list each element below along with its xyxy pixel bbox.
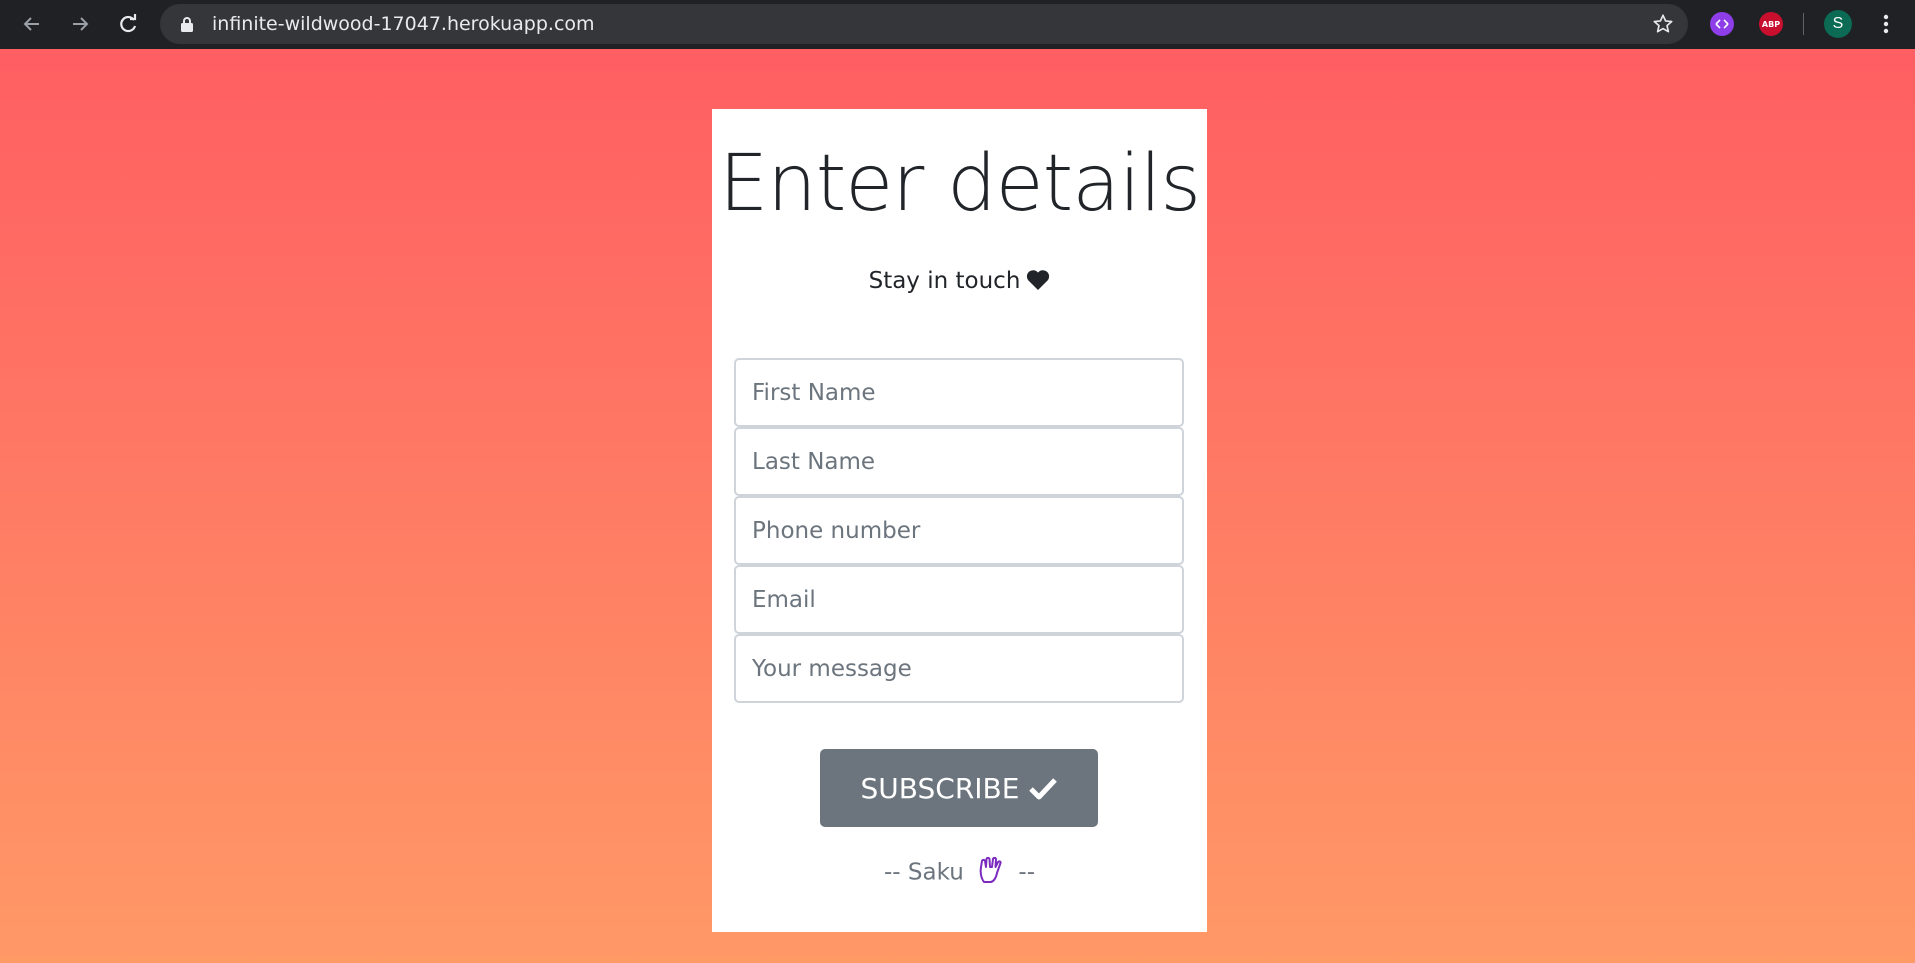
address-bar[interactable]: infinite-wildwood-17047.herokuapp.com [160,4,1688,44]
subtitle-text: Stay in touch [868,268,1021,294]
reload-button[interactable] [112,8,144,40]
extension-button-purple[interactable] [1706,8,1738,40]
adblock-plus-icon: ABP [1759,12,1783,36]
vulcan-salute-icon [977,856,1005,890]
toolbar-divider [1803,13,1804,35]
reload-icon [120,14,137,33]
arrow-right-icon [73,17,89,31]
signature: -- Saku -- [712,856,1207,890]
more-vert-icon [1883,14,1889,34]
phone-number-input[interactable] [734,496,1184,565]
subscribe-label: SUBSCRIBE [860,771,1020,805]
email-input[interactable] [734,565,1184,634]
signature-prefix: -- Saku [883,859,964,886]
bookmark-star-icon[interactable] [1652,13,1674,39]
page-background: Enter details Stay in touch SUBSCRIBE --… [0,49,1915,963]
subtitle: Stay in touch [712,266,1207,294]
lock-icon [180,16,194,36]
forward-button[interactable] [64,8,96,40]
heart-icon [1026,266,1050,294]
checkmark-icon [1029,778,1058,800]
last-name-input[interactable] [734,427,1184,496]
arrow-left-icon [23,17,39,31]
subscribe-button[interactable]: SUBSCRIBE [820,749,1098,827]
address-url[interactable]: infinite-wildwood-17047.herokuapp.com [212,4,595,44]
browser-toolbar: infinite-wildwood-17047.herokuapp.com AB… [0,0,1915,49]
avatar: S [1824,10,1852,38]
page-title: Enter details [718,139,1201,229]
browser-menu-button[interactable] [1870,8,1902,40]
first-name-input[interactable] [734,358,1184,427]
signature-suffix: -- [1018,859,1036,886]
message-input[interactable] [734,634,1184,703]
signup-card: Enter details Stay in touch SUBSCRIBE --… [712,109,1207,932]
purple-extension-icon [1710,12,1734,36]
back-button[interactable] [16,8,48,40]
extension-button-adblock[interactable]: ABP [1755,8,1787,40]
profile-button[interactable]: S [1822,8,1854,40]
